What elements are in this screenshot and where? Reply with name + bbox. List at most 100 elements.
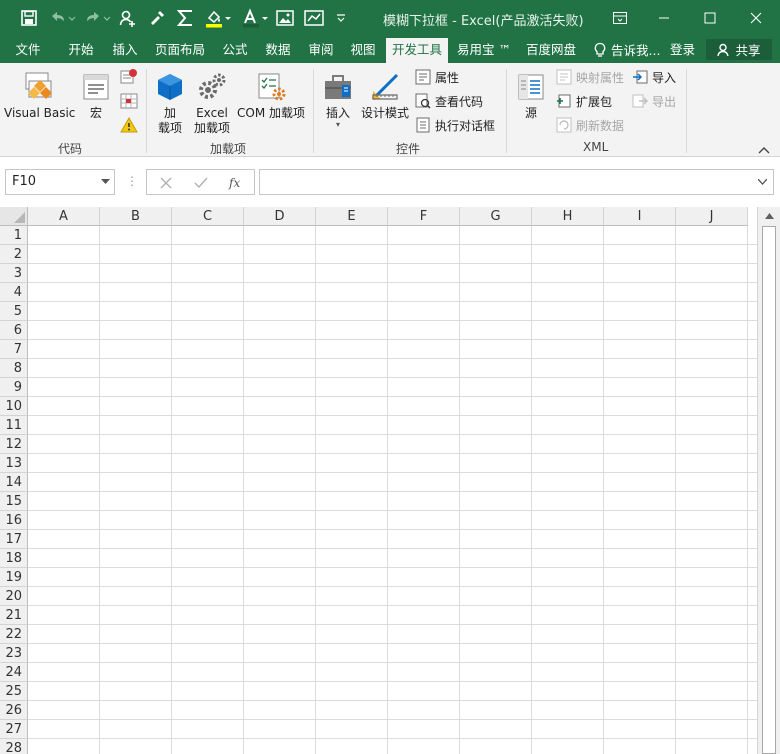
font-color-icon[interactable] <box>240 7 270 29</box>
column-header[interactable]: B <box>100 207 172 226</box>
row-header[interactable]: 5 <box>0 302 28 321</box>
column-header[interactable]: A <box>28 207 100 226</box>
tab-review[interactable]: 审阅 <box>300 36 342 63</box>
formula-bar-resize-handle[interactable]: ⋮ <box>126 174 138 188</box>
tab-view[interactable]: 视图 <box>342 36 384 63</box>
tell-me-box[interactable]: 告诉我... <box>593 36 660 63</box>
xml-source-button[interactable]: 源 <box>512 69 550 121</box>
formula-input[interactable] <box>259 169 774 195</box>
row-header[interactable]: 24 <box>0 663 28 682</box>
minimize-icon[interactable] <box>642 0 686 36</box>
column-header[interactable]: E <box>316 207 388 226</box>
tab-developer[interactable]: 开发工具 <box>386 38 448 63</box>
customize-qat-icon[interactable] <box>334 7 348 29</box>
picture-icon[interactable] <box>274 7 296 29</box>
row-header[interactable]: 17 <box>0 530 28 549</box>
fill-color-icon[interactable] <box>203 7 233 29</box>
row-header[interactable]: 26 <box>0 701 28 720</box>
row-header[interactable]: 27 <box>0 720 28 739</box>
row-header[interactable]: 18 <box>0 549 28 568</box>
row-header[interactable]: 15 <box>0 492 28 511</box>
ribbon-display-options-icon[interactable] <box>598 0 642 36</box>
add-person-icon[interactable] <box>117 7 139 29</box>
chart-icon[interactable] <box>302 7 326 29</box>
undo-icon[interactable] <box>47 7 77 29</box>
login-link[interactable]: 登录 <box>670 36 695 63</box>
insert-function-icon[interactable]: fx <box>225 174 247 192</box>
xml-import-button[interactable]: 导入 <box>632 67 676 87</box>
row-header[interactable]: 10 <box>0 397 28 416</box>
tab-insert[interactable]: 插入 <box>104 36 146 63</box>
maximize-icon[interactable] <box>688 0 732 36</box>
column-header[interactable]: C <box>172 207 244 226</box>
redo-icon[interactable] <box>82 7 112 29</box>
row-header[interactable]: 20 <box>0 587 28 606</box>
relative-reference-button[interactable] <box>120 91 138 111</box>
tab-home[interactable]: 开始 <box>60 36 102 63</box>
scrollbar-thumb[interactable] <box>762 226 776 754</box>
row-header[interactable]: 12 <box>0 435 28 454</box>
row-header[interactable]: 28 <box>0 739 28 754</box>
column-header[interactable]: H <box>532 207 604 226</box>
row-header[interactable]: 3 <box>0 264 28 283</box>
row-header[interactable]: 9 <box>0 378 28 397</box>
tab-formulas[interactable]: 公式 <box>214 36 256 63</box>
column-header[interactable]: D <box>244 207 316 226</box>
vertical-scrollbar[interactable] <box>757 207 780 754</box>
visual-basic-button[interactable]: Visual Basic <box>4 69 75 121</box>
row-header[interactable]: 4 <box>0 283 28 302</box>
com-addins-button[interactable]: COM 加载项 <box>236 69 306 121</box>
cell-area[interactable] <box>28 226 757 754</box>
insert-control-button[interactable]: 插入 ▾ <box>320 69 356 129</box>
column-header[interactable]: F <box>388 207 460 226</box>
chevron-down-icon[interactable] <box>101 179 110 185</box>
addins-button[interactable]: 加 载项 <box>152 69 188 136</box>
select-all-corner[interactable] <box>0 207 28 226</box>
row-header[interactable]: 11 <box>0 416 28 435</box>
record-macro-button[interactable] <box>120 67 138 87</box>
run-dialog-button[interactable]: 执行对话框 <box>415 115 495 135</box>
enter-check-icon[interactable] <box>190 174 212 192</box>
column-header[interactable]: I <box>604 207 676 226</box>
column-header[interactable]: G <box>460 207 532 226</box>
column-header[interactable]: J <box>676 207 748 226</box>
row-header[interactable]: 22 <box>0 625 28 644</box>
refresh-data-button[interactable]: 刷新数据 <box>556 115 624 135</box>
design-mode-button[interactable]: 设计模式 <box>358 69 412 121</box>
excel-addins-button[interactable]: Excel 加载项 <box>190 69 234 136</box>
row-header[interactable]: 14 <box>0 473 28 492</box>
name-box[interactable]: F10 <box>5 169 115 195</box>
macros-button[interactable]: 宏 <box>78 69 114 121</box>
row-header[interactable]: 7 <box>0 340 28 359</box>
row-header[interactable]: 21 <box>0 606 28 625</box>
macro-security-button[interactable] <box>120 115 138 135</box>
row-header[interactable]: 2 <box>0 245 28 264</box>
tab-page-layout[interactable]: 页面布局 <box>149 36 211 63</box>
tab-file[interactable]: 文件 <box>6 36 50 63</box>
row-header[interactable]: 13 <box>0 454 28 473</box>
share-button[interactable]: 共享 <box>706 39 772 60</box>
row-header[interactable]: 23 <box>0 644 28 663</box>
cancel-icon[interactable] <box>155 174 177 192</box>
expand-formula-bar-icon[interactable] <box>758 179 767 185</box>
row-header[interactable]: 1 <box>0 226 28 245</box>
tab-data[interactable]: 数据 <box>257 36 299 63</box>
format-painter-icon[interactable] <box>146 7 168 29</box>
row-header[interactable]: 19 <box>0 568 28 587</box>
scroll-up-icon[interactable] <box>762 209 776 223</box>
collapse-ribbon-icon[interactable] <box>758 143 770 157</box>
sigma-icon[interactable] <box>175 7 195 29</box>
map-properties-button[interactable]: 映射属性 <box>556 67 624 87</box>
save-icon[interactable] <box>18 7 40 29</box>
properties-button[interactable]: 属性 <box>415 67 459 87</box>
view-code-button[interactable]: 查看代码 <box>415 91 483 111</box>
row-header[interactable]: 25 <box>0 682 28 701</box>
tab-baidu-netdisk[interactable]: 百度网盘 <box>520 36 582 63</box>
row-header[interactable]: 6 <box>0 321 28 340</box>
tab-easy-tools[interactable]: 易用宝 ™ <box>452 36 516 63</box>
xml-export-button[interactable]: 导出 <box>632 91 676 111</box>
expansion-packs-button[interactable]: 扩展包 <box>556 91 612 111</box>
row-header[interactable]: 8 <box>0 359 28 378</box>
row-header[interactable]: 16 <box>0 511 28 530</box>
close-icon[interactable] <box>734 0 778 36</box>
